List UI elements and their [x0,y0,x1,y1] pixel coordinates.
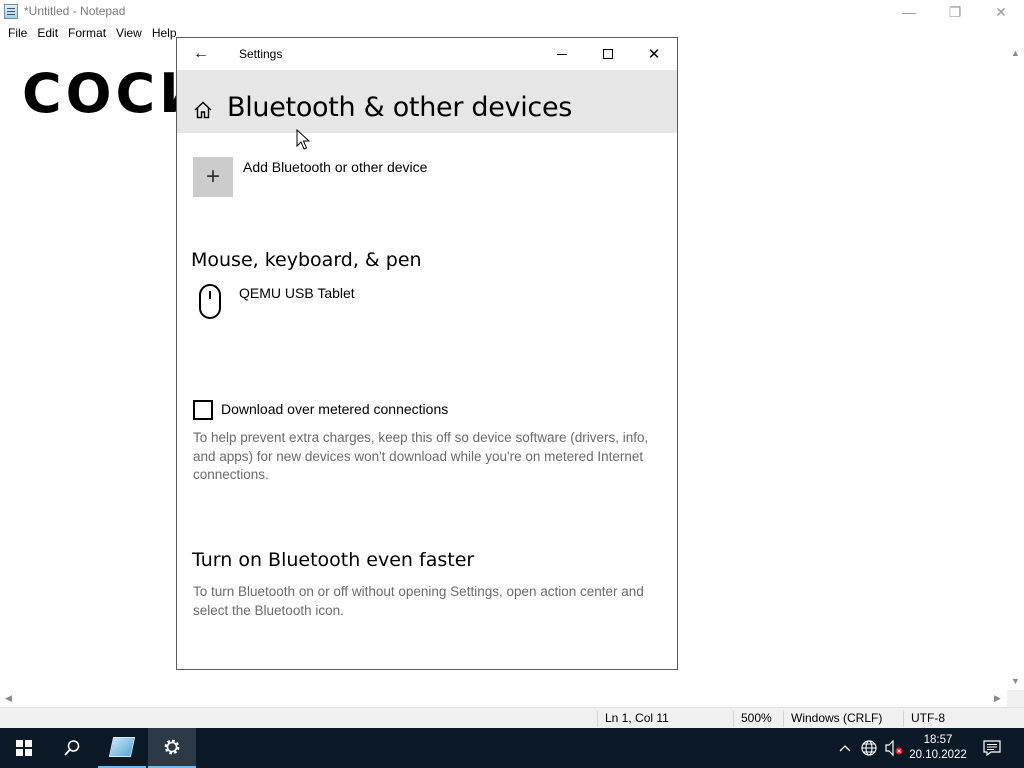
add-device-label[interactable]: Add Bluetooth or other device [243,159,427,175]
notepad-horizontal-scrollbar[interactable]: ◀ ▶ [0,690,1007,707]
network-button[interactable] [858,728,880,768]
scrollbar-corner [1007,690,1024,707]
clock-time: 18:57 [923,734,953,746]
metered-connections-checkbox[interactable] [193,400,213,420]
metered-connections-label[interactable]: Download over metered connections [221,401,448,417]
scroll-left-icon[interactable]: ◀ [5,693,12,704]
notepad-window-title: *Untitled - Notepad [24,4,126,18]
notepad-titlebar[interactable]: *Untitled - Notepad — ❐ ✕ [0,0,1024,24]
add-device-button[interactable]: + [193,157,233,197]
settings-close-button[interactable]: ✕ [631,38,677,70]
settings-window-title: Settings [239,47,283,61]
minimize-icon [557,53,567,55]
show-hidden-icons-button[interactable] [836,728,854,768]
scroll-up-icon[interactable]: ▲ [1011,48,1020,58]
mouse-pointer-icon [296,129,310,150]
status-cursor-position: Ln 1, Col 11 [597,711,669,727]
settings-maximize-button[interactable] [585,38,631,70]
notepad-vertical-scrollbar[interactable]: ▲ ▼ [1007,42,1024,690]
back-arrow-icon[interactable]: ← [189,44,213,64]
status-zoom: 500% [733,711,772,727]
taskbar: 18:57 20.10.2022 [0,728,1024,768]
windows-logo-icon [16,740,32,756]
clock-date: 20.10.2022 [909,749,967,761]
taskbar-settings-button[interactable] [148,728,196,768]
metered-connections-description: To help prevent extra charges, keep this… [193,430,649,482]
section-heading-bluetooth-faster: Turn on Bluetooth even faster [192,549,475,571]
notepad-statusbar: Ln 1, Col 11 500% Windows (CRLF) UTF-8 [0,707,1024,728]
taskbar-notepad-button[interactable] [98,728,146,768]
speaker-muted-icon [885,739,903,757]
search-button[interactable] [48,728,96,768]
mouse-icon [199,284,221,319]
device-item-qemu-usb-tablet[interactable]: QEMU USB Tablet [239,285,355,301]
home-icon[interactable] [193,100,213,120]
notepad-minimize-button[interactable]: — [886,0,932,24]
settings-window: ← Settings ✕ Bluetooth & other devices +… [176,37,678,670]
notification-icon [983,740,1001,756]
settings-minimize-button[interactable] [539,38,585,70]
notepad-restore-button[interactable]: ❐ [932,0,978,24]
notepad-icon [108,737,136,757]
status-line-ending: Windows (CRLF) [783,711,882,727]
status-encoding: UTF-8 [903,711,945,727]
clock[interactable]: 18:57 20.10.2022 [906,728,970,768]
action-center-button[interactable] [978,728,1006,768]
menu-format[interactable]: Format [63,24,111,42]
menu-view[interactable]: View [111,24,147,42]
start-button[interactable] [0,728,48,768]
page-title: Bluetooth & other devices [227,92,573,123]
globe-network-icon [861,740,877,756]
settings-page-header: Bluetooth & other devices [177,70,677,133]
maximize-icon [603,49,613,59]
gear-icon [164,739,180,755]
bluetooth-faster-description: To turn Bluetooth on or off without open… [193,584,644,618]
volume-button[interactable] [882,728,906,768]
scroll-down-icon[interactable]: ▼ [1011,676,1020,686]
chevron-up-icon [839,745,851,752]
notepad-close-button[interactable]: ✕ [978,0,1024,24]
settings-titlebar[interactable]: ← Settings ✕ [177,38,677,70]
scroll-right-icon[interactable]: ▶ [994,693,1001,704]
menu-edit[interactable]: Edit [32,24,63,42]
search-icon [64,740,80,756]
menu-file[interactable]: File [3,24,32,42]
notepad-app-icon [4,4,18,19]
close-icon: ✕ [647,46,661,63]
section-heading-mouse-keyboard-pen: Mouse, keyboard, & pen [191,249,422,271]
plus-icon: + [205,163,220,190]
